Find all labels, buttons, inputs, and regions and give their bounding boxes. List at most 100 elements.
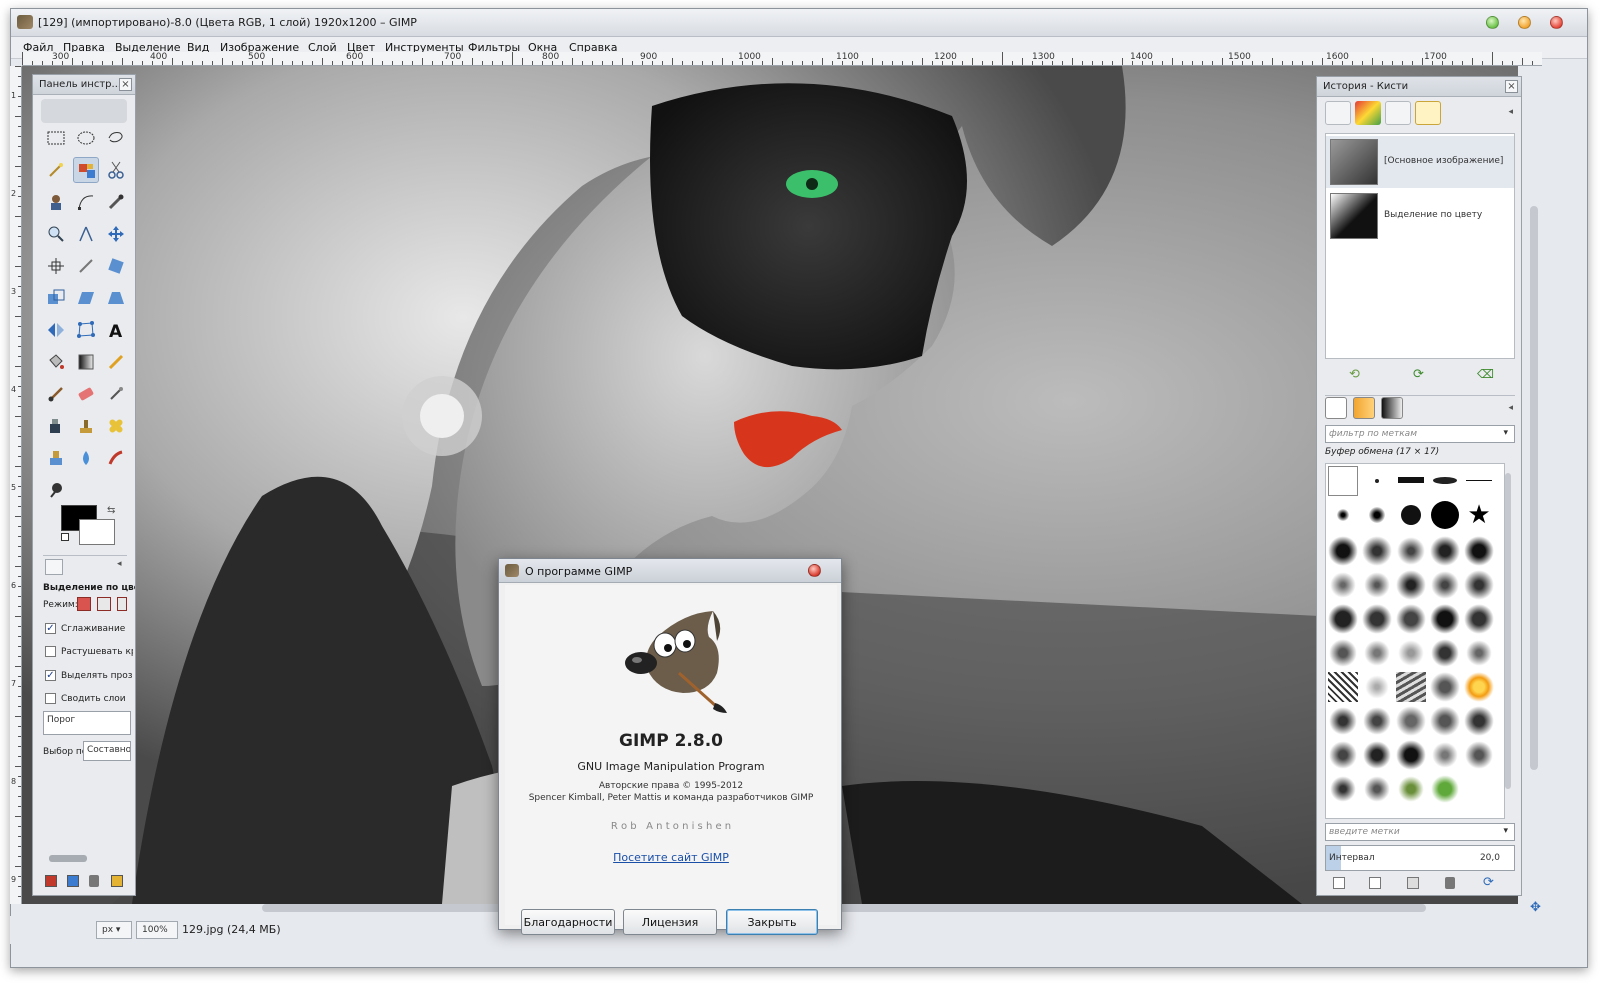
brushes-menu-icon[interactable]: ◂ — [1508, 403, 1513, 413]
license-button[interactable]: Лицензия — [623, 909, 717, 935]
brush-item[interactable] — [1328, 740, 1358, 770]
default-colors-icon[interactable] — [61, 533, 69, 541]
brush-item[interactable] — [1362, 740, 1392, 770]
brush-item[interactable] — [1362, 638, 1392, 668]
dodge-burn-tool[interactable] — [43, 477, 69, 503]
brush-item[interactable] — [1396, 604, 1426, 634]
minimize-button[interactable] — [1486, 16, 1499, 29]
history-row[interactable]: [Основное изображение] — [1326, 136, 1514, 188]
layers-tab-icon[interactable] — [1325, 101, 1351, 125]
select-by-dropdown[interactable]: Составной — [83, 741, 131, 761]
brush-item[interactable] — [1396, 740, 1426, 770]
move-tool[interactable] — [103, 221, 129, 247]
toolbox-close-icon[interactable]: × — [119, 78, 132, 91]
brush-item[interactable] — [1464, 604, 1494, 634]
fuzzy-select-tool[interactable] — [43, 157, 69, 183]
horizontal-scrollbar[interactable] — [262, 904, 1426, 912]
brush-item[interactable] — [1430, 604, 1460, 634]
brush-item[interactable] — [1362, 500, 1392, 530]
right-dock-close-icon[interactable]: × — [1505, 80, 1518, 93]
brush-item[interactable] — [1328, 706, 1358, 736]
dock-menu-icon[interactable]: ◂ — [1508, 107, 1513, 117]
delete-brush-icon[interactable] — [1445, 877, 1455, 889]
patterns-tab-icon[interactable] — [1353, 397, 1375, 419]
close-button[interactable]: Закрыть — [726, 909, 818, 935]
heal-tool[interactable] — [103, 413, 129, 439]
brush-item[interactable] — [1328, 536, 1358, 566]
thanks-button[interactable]: Благодарности — [521, 909, 615, 935]
foreground-select-tool[interactable] — [43, 189, 69, 215]
undo-icon[interactable]: ⟲ — [1349, 367, 1360, 382]
brush-item[interactable] — [1328, 672, 1358, 702]
panel-menu-icon[interactable]: ◂ — [117, 559, 122, 569]
text-tool[interactable]: A — [103, 317, 129, 343]
brush-item[interactable] — [1396, 774, 1426, 804]
brush-item[interactable] — [1396, 536, 1426, 566]
background-color-swatch[interactable] — [79, 519, 115, 545]
restore-options-icon[interactable] — [67, 875, 79, 887]
crop-tool[interactable] — [73, 253, 99, 279]
title-bar[interactable]: [129] (импортировано)-8.0 (Цвета RGB, 1 … — [11, 9, 1587, 37]
rect-select-tool[interactable] — [43, 125, 69, 151]
about-dialog-close-button[interactable] — [808, 564, 821, 577]
select-transparent-checkbox[interactable]: ✓ — [45, 670, 56, 681]
duplicate-brush-icon[interactable] — [1407, 877, 1419, 889]
eraser-tool[interactable] — [73, 381, 99, 407]
brush-item[interactable] — [1430, 672, 1460, 702]
star-brush-icon[interactable]: ★ — [1464, 500, 1494, 530]
vertical-ruler[interactable]: 1 2 3 4 5 6 7 8 9 — [10, 66, 22, 904]
swap-colors-icon[interactable]: ⇆ — [107, 505, 115, 516]
visit-gimp-link[interactable]: Посетите сайт GIMP — [505, 851, 837, 864]
zoom-dropdown[interactable]: 100% — [136, 921, 178, 939]
history-row[interactable]: Выделение по цвету — [1326, 190, 1514, 242]
antialias-checkbox[interactable]: ✓ — [45, 623, 56, 634]
brush-item[interactable] — [1464, 536, 1494, 566]
brushes-tab-icon[interactable] — [1325, 397, 1347, 419]
wilber-drop-zone[interactable] — [41, 99, 127, 123]
save-options-icon[interactable] — [45, 875, 57, 887]
redo-icon[interactable]: ⟳ — [1413, 367, 1424, 382]
brush-item[interactable] — [1430, 706, 1460, 736]
brush-item[interactable] — [1362, 536, 1392, 566]
paths-tab-icon[interactable] — [1385, 101, 1411, 125]
zoom-tool[interactable] — [43, 221, 69, 247]
perspective-tool[interactable] — [103, 285, 129, 311]
about-dialog-titlebar[interactable]: О программе GIMP — [499, 559, 841, 583]
delete-options-icon[interactable] — [89, 875, 99, 887]
cage-transform-tool[interactable] — [73, 317, 99, 343]
brush-item[interactable] — [1328, 604, 1358, 634]
brush-item[interactable] — [1396, 570, 1426, 600]
sun-brush-icon[interactable] — [1464, 672, 1494, 702]
brush-item[interactable] — [1430, 740, 1460, 770]
brush-item[interactable] — [1328, 638, 1358, 668]
brush-item[interactable] — [1328, 466, 1358, 496]
flip-tool[interactable] — [43, 317, 69, 343]
pencil-tool[interactable] — [103, 349, 129, 375]
brush-item[interactable] — [1362, 604, 1392, 634]
smudge-tool[interactable] — [103, 445, 129, 471]
brush-item[interactable] — [1464, 466, 1494, 496]
ink-tool[interactable] — [43, 413, 69, 439]
spacing-slider[interactable]: Интервал 20,0 — [1325, 845, 1515, 871]
navigate-icon[interactable]: ✥ — [1530, 900, 1541, 915]
brush-tag-filter[interactable]: фильтр по меткам ▾ — [1325, 425, 1515, 443]
brush-item[interactable] — [1328, 500, 1358, 530]
brush-item[interactable] — [1430, 638, 1460, 668]
toolbox-scrollbar[interactable] — [49, 855, 87, 862]
scissors-select-tool[interactable] — [103, 157, 129, 183]
mode-add-icon[interactable] — [97, 597, 111, 611]
ellipse-select-tool[interactable] — [73, 125, 99, 151]
reset-options-icon[interactable] — [111, 875, 123, 887]
unit-dropdown[interactable]: px ▾ — [96, 921, 132, 939]
edit-brush-icon[interactable] — [1333, 877, 1345, 889]
brush-item[interactable] — [1396, 500, 1426, 530]
select-by-color-tool[interactable] — [73, 157, 99, 183]
brush-tags-input[interactable]: введите метки ▾ — [1325, 823, 1515, 841]
tool-options-icon[interactable] — [45, 559, 63, 575]
shear-tool[interactable] — [73, 285, 99, 311]
brush-item[interactable] — [1362, 570, 1392, 600]
free-select-tool[interactable] — [103, 125, 129, 151]
brush-item[interactable] — [1362, 466, 1392, 496]
clone-tool[interactable] — [73, 413, 99, 439]
perspective-clone-tool[interactable] — [43, 445, 69, 471]
